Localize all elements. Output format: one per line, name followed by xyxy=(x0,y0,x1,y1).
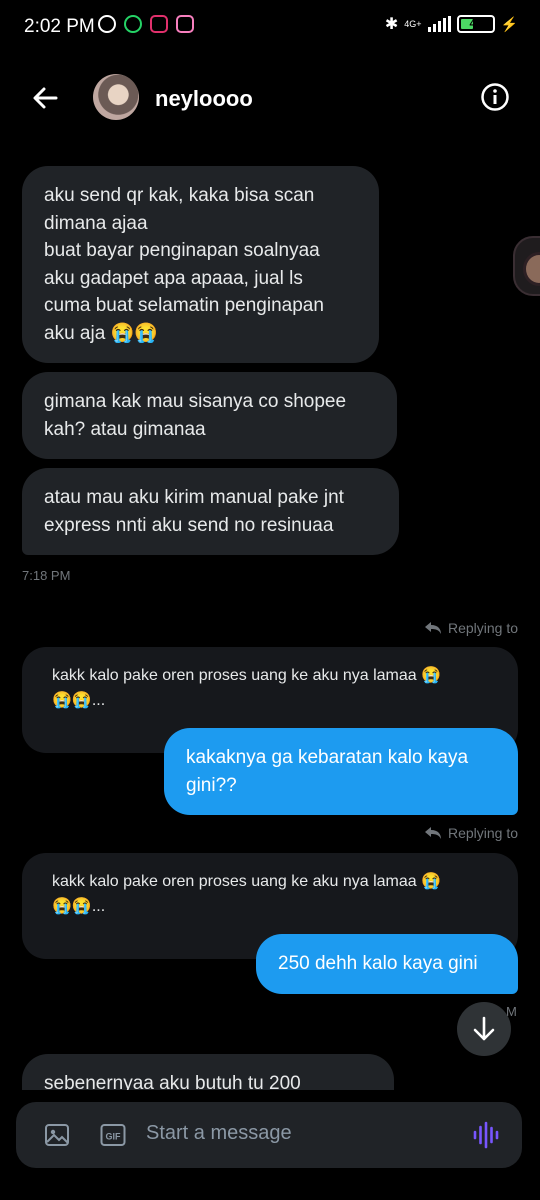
floating-bubble-icon xyxy=(523,252,540,286)
incoming-message[interactable]: aku send qr kak, kaka bisa scan dimana a… xyxy=(22,166,379,363)
incoming-message[interactable]: sebenernyaa aku butuh tu 200 xyxy=(22,1054,394,1090)
network-type: 4G+ xyxy=(404,18,422,29)
avatar[interactable] xyxy=(93,74,139,120)
floating-bubble-handle[interactable] xyxy=(513,236,540,296)
info-icon[interactable] xyxy=(480,82,510,112)
system-icons: ✱ 4G+ 40 ⚡ xyxy=(385,14,518,34)
instagram-icon xyxy=(176,15,194,33)
message-input[interactable]: Start a message xyxy=(146,1122,292,1145)
instagram-icon xyxy=(150,15,168,33)
status-bar: 2:02 PM ✱ 4G+ 40 ⚡ xyxy=(0,0,540,56)
scroll-to-bottom-button[interactable] xyxy=(457,1002,511,1056)
composer-box: GIF Start a message xyxy=(16,1102,522,1168)
message-list[interactable]: aku send qr kak, kaka bisa scan dimana a… xyxy=(0,140,540,1090)
status-time: 2:02 PM xyxy=(24,16,95,37)
message-timestamp: 7:18 PM xyxy=(22,568,71,583)
reply-icon xyxy=(424,827,441,839)
back-arrow-icon[interactable] xyxy=(28,80,64,116)
outgoing-message[interactable]: 250 dehh kalo kaya gini xyxy=(256,934,518,994)
bluetooth-icon: ✱ xyxy=(384,16,399,33)
conversation-username[interactable]: neyloooo xyxy=(155,86,253,112)
conversation-header: neyloooo xyxy=(0,60,540,136)
incoming-message[interactable]: gimana kak mau sisanya co shopee kah? at… xyxy=(22,372,397,459)
gif-icon[interactable]: GIF xyxy=(100,1122,126,1148)
outgoing-message[interactable]: kakaknya ga kebaratan kalo kaya gini?? xyxy=(164,728,518,815)
replying-to-text: Replying to xyxy=(447,825,518,841)
image-icon[interactable] xyxy=(44,1122,70,1148)
replying-to-text: Replying to xyxy=(447,620,518,636)
battery-icon: 40 xyxy=(456,15,495,33)
incoming-message[interactable]: atau mau aku kirim manual pake jnt expre… xyxy=(22,468,399,555)
alarm-icon xyxy=(98,15,116,33)
arrow-down-icon xyxy=(473,1016,495,1041)
notification-icons xyxy=(98,15,194,33)
whatsapp-icon xyxy=(124,15,142,33)
battery-level: 40 xyxy=(469,18,482,30)
replying-to-label: Replying to xyxy=(424,620,518,636)
signal-icon xyxy=(427,16,451,32)
replying-to-label: Replying to xyxy=(424,825,518,841)
gif-label: GIF xyxy=(106,1132,122,1142)
composer-bar: GIF Start a message xyxy=(0,1090,540,1200)
reply-icon xyxy=(424,622,441,634)
voice-message-icon[interactable] xyxy=(472,1120,500,1150)
charging-icon: ⚡ xyxy=(500,15,518,32)
